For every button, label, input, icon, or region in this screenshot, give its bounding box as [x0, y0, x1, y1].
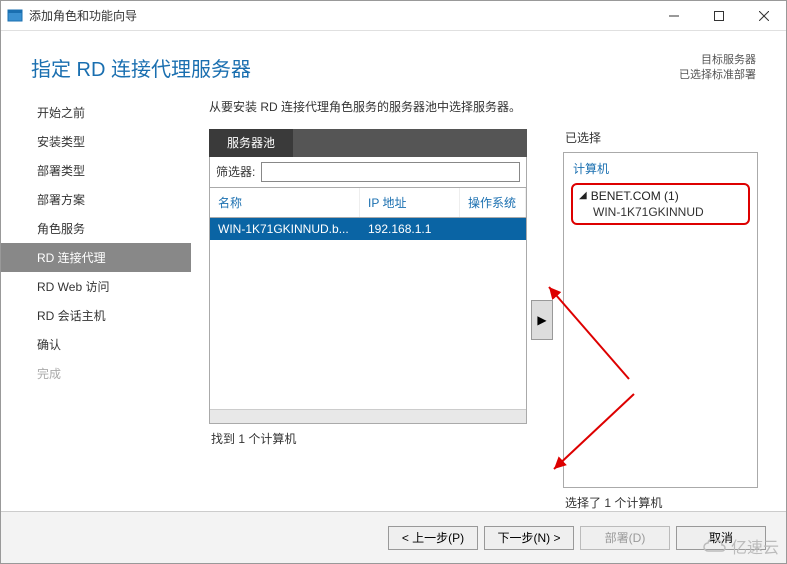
right-caption: 选择了 1 个计算机 [563, 488, 758, 511]
col-name[interactable]: 名称 [210, 188, 360, 217]
cell-ip: 192.168.1.1 [360, 218, 460, 240]
wizard-window: 添加角色和功能向导 指定 RD 连接代理服务器 目标服务器 已选择标准部署 开始… [0, 0, 787, 564]
col-ip[interactable]: IP 地址 [360, 188, 460, 217]
table-body[interactable]: WIN-1K71GKINNUD.b... 192.168.1.1 [209, 218, 527, 424]
col-os[interactable]: 操作系统 [460, 188, 526, 217]
nav-rd-session-host[interactable]: RD 会话主机 [1, 301, 191, 330]
maximize-button[interactable] [696, 1, 741, 31]
group-label: BENET.COM (1) [591, 189, 679, 203]
table-header: 名称 IP 地址 操作系统 [209, 188, 527, 218]
prev-button[interactable]: < 上一步(P) [388, 526, 478, 550]
main: 从要安装 RD 连接代理角色服务的服务器池中选择服务器。 服务器池 筛选器: 名… [191, 98, 786, 511]
selected-pane: 已选择 计算机 ◢ BENET.COM (1) WIN-1K71GKINNUD [563, 129, 758, 511]
deploy-button: 部署(D) [580, 526, 670, 550]
deployment-label: 已选择标准部署 [679, 68, 756, 83]
nav-role-services[interactable]: 角色服务 [1, 214, 191, 243]
filter-row: 筛选器: [209, 157, 527, 188]
nav-confirm[interactable]: 确认 [1, 330, 191, 359]
header: 指定 RD 连接代理服务器 目标服务器 已选择标准部署 [1, 31, 786, 98]
filter-input[interactable] [261, 162, 520, 182]
horizontal-scrollbar[interactable] [210, 409, 526, 423]
body: 开始之前 安装类型 部署类型 部署方案 角色服务 RD 连接代理 RD Web … [1, 98, 786, 511]
header-right: 目标服务器 已选择标准部署 [679, 53, 756, 84]
page-title: 指定 RD 连接代理服务器 [31, 53, 251, 82]
window-controls [651, 1, 786, 31]
expand-icon: ◢ [579, 190, 587, 201]
content: 指定 RD 连接代理服务器 目标服务器 已选择标准部署 开始之前 安装类型 部署… [1, 31, 786, 563]
titlebar: 添加角色和功能向导 [1, 1, 786, 31]
window-title: 添加角色和功能向导 [29, 7, 651, 24]
server-pool-pane: 服务器池 筛选器: 名称 IP 地址 操作系统 [209, 129, 527, 511]
pane-row: 服务器池 筛选器: 名称 IP 地址 操作系统 [209, 129, 758, 511]
cell-os [460, 218, 526, 240]
nav-rd-web[interactable]: RD Web 访问 [1, 272, 191, 301]
cloud-icon [701, 537, 727, 555]
left-caption: 找到 1 个计算机 [209, 424, 527, 447]
filter-label: 筛选器: [216, 163, 255, 180]
selected-item[interactable]: WIN-1K71GKINNUD [579, 203, 742, 219]
nav-rd-broker[interactable]: RD 连接代理 [1, 243, 191, 272]
instruction-text: 从要安装 RD 连接代理角色服务的服务器池中选择服务器。 [209, 98, 758, 115]
target-server-label: 目标服务器 [679, 53, 756, 68]
sidebar: 开始之前 安装类型 部署类型 部署方案 角色服务 RD 连接代理 RD Web … [1, 98, 191, 511]
selected-head: 计算机 [569, 158, 752, 183]
footer: < 上一步(P) 下一步(N) > 部署(D) 取消 [1, 511, 786, 563]
close-button[interactable] [741, 1, 786, 31]
nav-complete: 完成 [1, 359, 191, 388]
nav-deploy-scenario[interactable]: 部署方案 [1, 185, 191, 214]
cell-name: WIN-1K71GKINNUD.b... [210, 218, 360, 240]
triangle-right-icon: ▶ [537, 313, 546, 327]
selected-group[interactable]: ◢ BENET.COM (1) [579, 189, 742, 203]
nav-install-type[interactable]: 安装类型 [1, 127, 191, 156]
pool-tab[interactable]: 服务器池 [209, 129, 293, 157]
selected-highlight: ◢ BENET.COM (1) WIN-1K71GKINNUD [571, 183, 750, 225]
nav-deploy-type[interactable]: 部署类型 [1, 156, 191, 185]
add-button[interactable]: ▶ [531, 300, 553, 340]
selected-title: 已选择 [563, 129, 758, 146]
selected-box[interactable]: 计算机 ◢ BENET.COM (1) WIN-1K71GKINNUD [563, 152, 758, 488]
move-column: ▶ [527, 129, 557, 511]
table-row[interactable]: WIN-1K71GKINNUD.b... 192.168.1.1 [210, 218, 526, 240]
watermark-text: 亿速云 [731, 534, 779, 558]
minimize-button[interactable] [651, 1, 696, 31]
next-button[interactable]: 下一步(N) > [484, 526, 574, 550]
watermark: 亿速云 [701, 534, 779, 558]
pool-tab-bar: 服务器池 [209, 129, 527, 157]
nav-before-begin[interactable]: 开始之前 [1, 98, 191, 127]
app-icon [7, 8, 23, 24]
